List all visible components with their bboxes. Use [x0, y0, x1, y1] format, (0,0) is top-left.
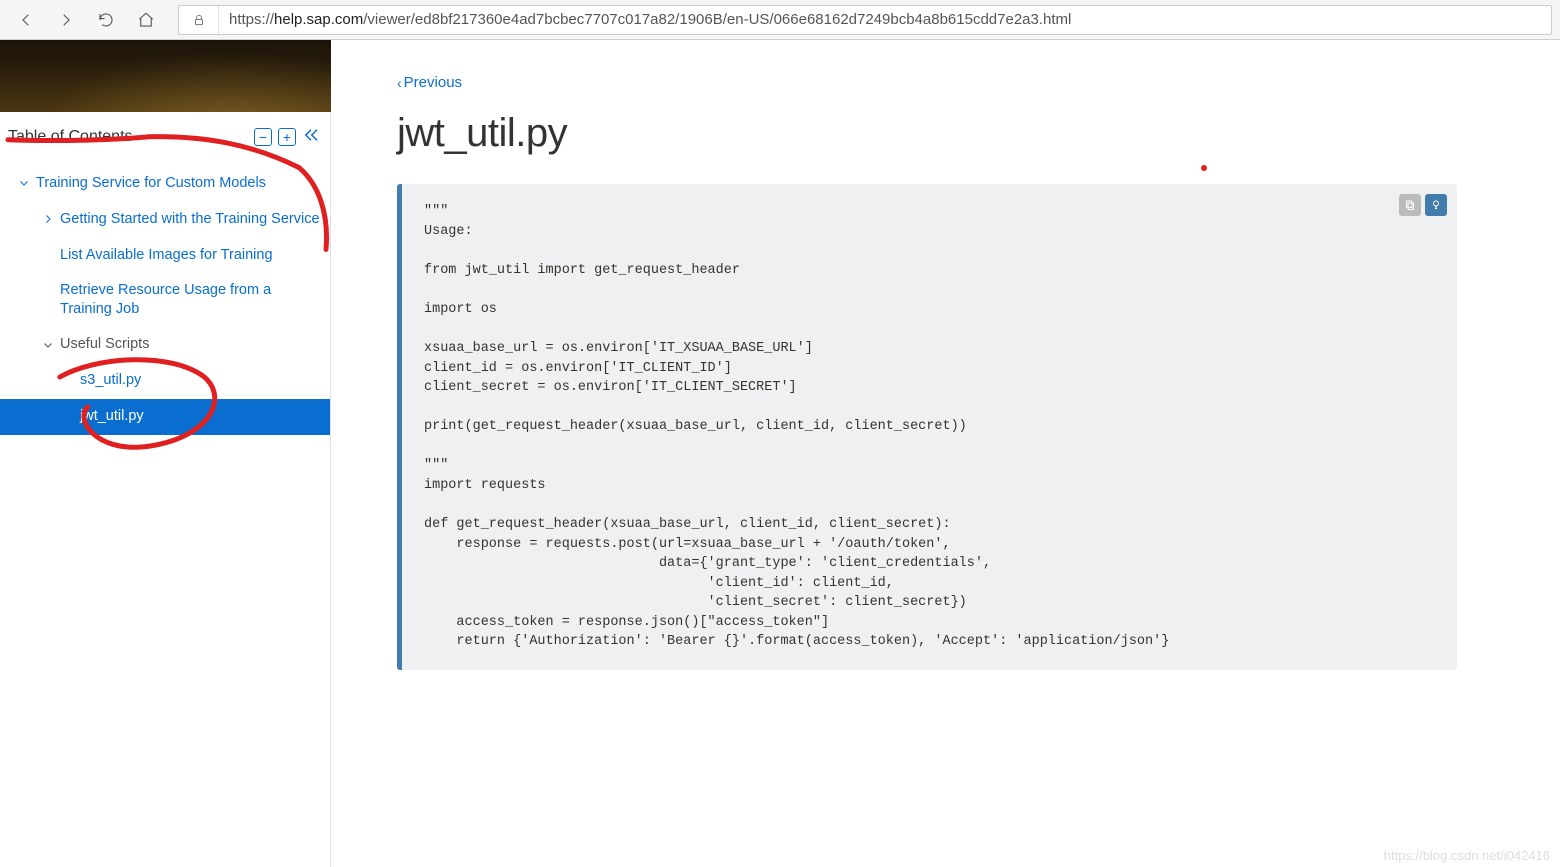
forward-button[interactable] [48, 4, 84, 36]
collapse-all-button[interactable]: − [254, 128, 272, 146]
page-title: jwt_util.py [397, 111, 1457, 156]
tree-item-jwt-util[interactable]: jwt_util.py [0, 399, 330, 435]
tree-item-training-service[interactable]: Training Service for Custom Models [0, 165, 330, 201]
tree-item-list-images[interactable]: List Available Images for Training [0, 237, 330, 273]
browser-toolbar: https://help.sap.com/viewer/ed8bf217360e… [0, 0, 1560, 40]
code-text: """ Usage: from jwt_util import get_requ… [424, 204, 1169, 649]
refresh-button[interactable] [88, 4, 124, 36]
main-content: ‹Previous jwt_util.py """ Usage: from jw… [331, 40, 1560, 867]
sidebar: Table of Contents − + Training Service f… [0, 40, 331, 867]
banner-image [0, 40, 331, 112]
toc-title: Table of Contents [8, 128, 133, 146]
annotation-dot [1201, 165, 1207, 171]
tree-item-getting-started[interactable]: Getting Started with the Training Servic… [0, 201, 330, 237]
chevron-left-icon: ‹ [397, 75, 402, 91]
url-text: https://help.sap.com/viewer/ed8bf217360e… [219, 11, 1551, 28]
copy-code-button[interactable] [1399, 194, 1421, 216]
expand-all-button[interactable]: + [278, 128, 296, 146]
tree-item-retrieve-usage[interactable]: Retrieve Resource Usage from a Training … [0, 273, 330, 327]
chevron-down-icon [36, 339, 60, 351]
address-bar[interactable]: https://help.sap.com/viewer/ed8bf217360e… [178, 5, 1552, 35]
home-button[interactable] [128, 4, 164, 36]
hide-toc-button[interactable] [302, 126, 320, 147]
chevron-right-icon [36, 213, 60, 225]
chevron-down-icon [12, 177, 36, 189]
tree-item-s3-util[interactable]: s3_util.py [0, 363, 330, 399]
code-hint-button[interactable] [1425, 194, 1447, 216]
tree-item-useful-scripts[interactable]: Useful Scripts [0, 327, 330, 363]
lock-icon [179, 6, 219, 34]
watermark: https://blog.csdn.net/i042416 [1384, 848, 1550, 863]
back-button[interactable] [8, 4, 44, 36]
previous-link[interactable]: ‹Previous [397, 74, 462, 91]
toc-tree: Training Service for Custom Models Getti… [0, 159, 330, 435]
code-block: """ Usage: from jwt_util import get_requ… [397, 184, 1457, 670]
